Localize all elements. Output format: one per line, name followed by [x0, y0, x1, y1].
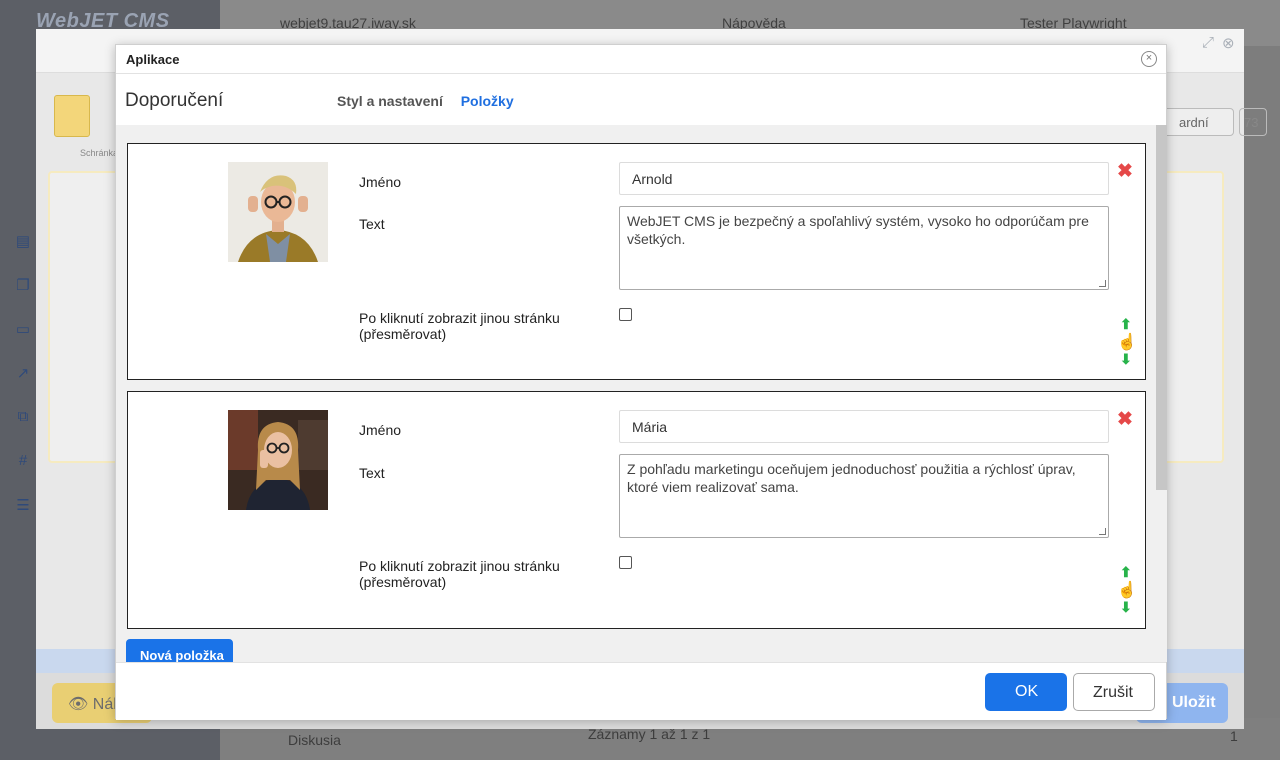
items-container: Jméno Arnold Text WebJET CMS je bezpečný… [116, 125, 1156, 662]
move-down-icon[interactable]: ⬇ [1120, 599, 1132, 616]
redirect-label: Po kliknutí zobrazit jinou stránku (přes… [359, 558, 560, 590]
modal-title: Aplikace [126, 52, 180, 67]
avatar-image [228, 410, 328, 510]
close-icon[interactable]: × [1141, 51, 1157, 67]
drag-handle-icon[interactable]: ☝ [1117, 332, 1137, 352]
modal-footer: OK Zrušit [116, 662, 1166, 720]
ok-button[interactable]: OK [985, 673, 1067, 711]
layers-icon: ⧉ [17, 408, 29, 425]
text-value: WebJET CMS je bezpečný a spoľahlivý syst… [627, 213, 1089, 247]
document-icon: ▭ [15, 321, 31, 338]
copy-icon: ❐ [16, 277, 30, 294]
tab-items[interactable]: Položky [461, 93, 514, 109]
text-textarea[interactable]: Z pohľadu marketingu oceňujem jednoducho… [619, 454, 1109, 538]
hash-icon: # [18, 452, 28, 469]
move-up-icon[interactable]: ⬆ [1120, 564, 1132, 581]
delete-icon[interactable]: ✖ [1117, 160, 1133, 183]
page-icon: ▤ [15, 233, 31, 250]
resize-handle[interactable] [1099, 280, 1106, 287]
text-textarea[interactable]: WebJET CMS je bezpečný a spoľahlivý syst… [619, 206, 1109, 290]
app-name: Doporučení [125, 90, 224, 111]
cancel-button[interactable]: Zrušit [1073, 673, 1155, 711]
move-down-icon[interactable]: ⬇ [1120, 351, 1132, 368]
name-label: Jméno [359, 174, 402, 190]
redirect-checkbox[interactable] [619, 556, 632, 569]
scrollbar-thumb[interactable] [1156, 125, 1167, 490]
list-item: Jméno Mária Text Z pohľadu marketingu oc… [127, 391, 1146, 629]
text-label: Text [359, 216, 385, 232]
new-item-button[interactable]: Nová položka [126, 639, 233, 662]
list-item: Jméno Arnold Text WebJET CMS je bezpečný… [127, 143, 1146, 380]
avatar [228, 162, 328, 262]
name-label: Jméno [359, 422, 402, 438]
maximize-icon: ⤢ [1202, 34, 1215, 51]
redirect-label: Po kliknutí zobrazit jinou stránku (přes… [359, 310, 560, 342]
clipboard-label: Schránka [80, 148, 119, 158]
name-input[interactable]: Arnold [619, 162, 1109, 195]
text-label: Text [359, 465, 385, 481]
external-link-icon: ↗ [16, 365, 30, 382]
resize-handle[interactable] [1099, 528, 1106, 535]
clipboard-icon [54, 95, 90, 137]
redirect-checkbox[interactable] [619, 308, 632, 321]
move-up-icon[interactable]: ⬆ [1120, 316, 1132, 333]
modal-title-bar: Aplikace × [116, 45, 1166, 74]
close-icon: ⊗ [1222, 35, 1235, 52]
number-field: 73 [1239, 108, 1267, 136]
name-input[interactable]: Mária [619, 410, 1109, 443]
delete-icon[interactable]: ✖ [1117, 408, 1133, 431]
tab-bar: Styl a nastavení Položky [337, 93, 528, 109]
app-modal: Aplikace × Doporučení Styl a nastavení P… [115, 44, 1167, 720]
avatar [228, 410, 328, 510]
avatar-image [228, 162, 328, 262]
tab-style-settings[interactable]: Styl a nastavení [337, 93, 443, 109]
text-value: Z pohľadu marketingu oceňujem jednoducho… [627, 461, 1076, 495]
database-icon: ☰ [16, 497, 30, 514]
drag-handle-icon[interactable]: ☝ [1117, 580, 1137, 600]
tree-item: Diskusia [288, 732, 341, 748]
page-number: 1 [1230, 728, 1238, 744]
